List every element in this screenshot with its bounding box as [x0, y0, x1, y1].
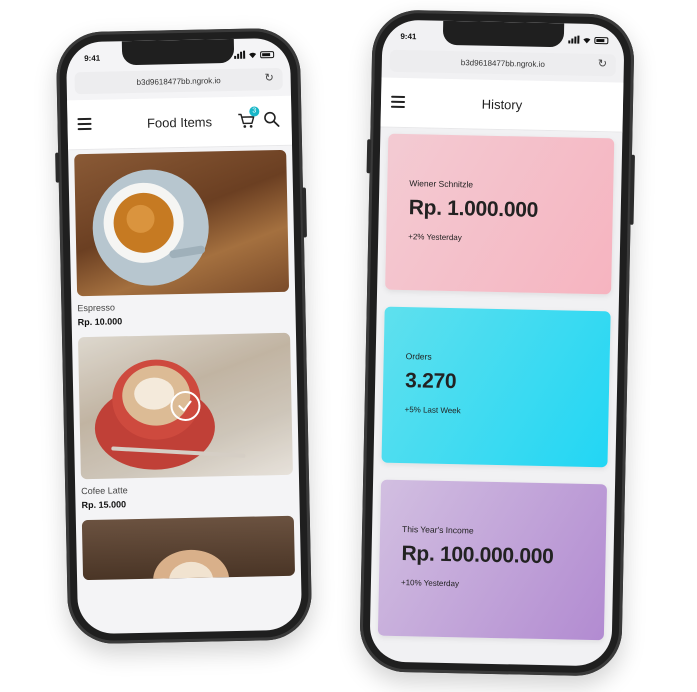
- reload-icon[interactable]: ↻: [598, 58, 610, 70]
- food-name: Cofee Latte: [81, 485, 128, 497]
- page-title: History: [481, 96, 523, 113]
- stat-change: +2% Yesterday: [408, 232, 462, 243]
- stat-value: 3.270: [404, 369, 457, 394]
- volume-button: [366, 139, 372, 174]
- history-list: Wiener Schnitzle Rp. 1.000.000 +2% Yeste…: [369, 133, 622, 667]
- phone-history: 9:41 b3d9618477bb.ngrok.io ↻ History Wie…: [359, 9, 635, 677]
- check-icon[interactable]: [170, 390, 201, 422]
- cart-button[interactable]: 3: [237, 106, 260, 129]
- food-list: Espresso Rp. 10.000 Cofee Latte Rp. 15.0…: [68, 149, 302, 635]
- food-card[interactable]: Espresso Rp. 10.000: [74, 149, 290, 328]
- signal-icon: [234, 50, 246, 59]
- phone-food-items: 9:41 b3d9618477bb.ngrok.io ↻ Food Items …: [55, 27, 313, 645]
- food-price: Rp. 10.000: [77, 316, 123, 328]
- latte-art-illustration: [153, 549, 230, 581]
- screen: 9:41 b3d9618477bb.ngrok.io ↻ Food Items …: [65, 37, 303, 635]
- food-name: Espresso: [77, 302, 116, 314]
- stat-label: This Year's Income: [401, 524, 474, 536]
- app-header: History: [380, 77, 624, 133]
- stat-value: Rp. 1.000.000: [408, 196, 539, 222]
- stat-card[interactable]: Wiener Schnitzle Rp. 1.000.000 +2% Yeste…: [385, 133, 615, 295]
- reload-icon[interactable]: ↻: [264, 72, 276, 84]
- search-icon[interactable]: [263, 111, 280, 127]
- coffee-cup-illustration: [92, 169, 209, 286]
- food-card[interactable]: Cofee Latte Rp. 15.000: [78, 332, 294, 511]
- status-time: 9:41: [84, 53, 101, 63]
- wifi-icon: [249, 52, 257, 58]
- notch: [121, 38, 235, 66]
- food-image: [81, 515, 296, 581]
- url-text: b3d9618477bb.ngrok.io: [136, 75, 221, 87]
- status-time: 9:41: [400, 31, 417, 41]
- volume-button: [55, 152, 60, 183]
- stat-change: +10% Yesterday: [400, 578, 460, 589]
- espresso-image: [74, 149, 290, 297]
- app-header: Food Items 3: [67, 95, 293, 151]
- stat-card[interactable]: This Year's Income Rp. 100.000.000 +10% …: [377, 479, 608, 641]
- page-title: Food Items: [146, 114, 213, 131]
- stat-value: Rp. 100.000.000: [401, 542, 554, 569]
- notch: [442, 20, 565, 48]
- screen: 9:41 b3d9618477bb.ngrok.io ↻ History Wie…: [369, 19, 625, 667]
- hamburger-icon[interactable]: [390, 95, 406, 109]
- signal-icon: [568, 35, 580, 44]
- power-button: [301, 187, 307, 238]
- battery-icon: [594, 36, 609, 44]
- stat-label: Wiener Schnitzle: [409, 178, 474, 190]
- battery-icon: [260, 50, 275, 58]
- food-price: Rp. 15.000: [81, 499, 127, 511]
- wifi-icon: [583, 37, 591, 43]
- stat-card[interactable]: Orders 3.270 +5% Last Week: [381, 306, 611, 468]
- food-card[interactable]: [81, 515, 296, 581]
- stat-label: Orders: [405, 351, 432, 362]
- url-text: b3d9618477bb.ngrok.io: [460, 57, 545, 69]
- address-bar[interactable]: b3d9618477bb.ngrok.io ↻: [74, 67, 283, 95]
- stat-change: +5% Last Week: [404, 405, 461, 416]
- power-button: [629, 154, 635, 225]
- address-bar[interactable]: b3d9618477bb.ngrok.io ↻: [389, 49, 617, 77]
- hamburger-icon[interactable]: [77, 117, 92, 131]
- latte-image: [78, 332, 293, 480]
